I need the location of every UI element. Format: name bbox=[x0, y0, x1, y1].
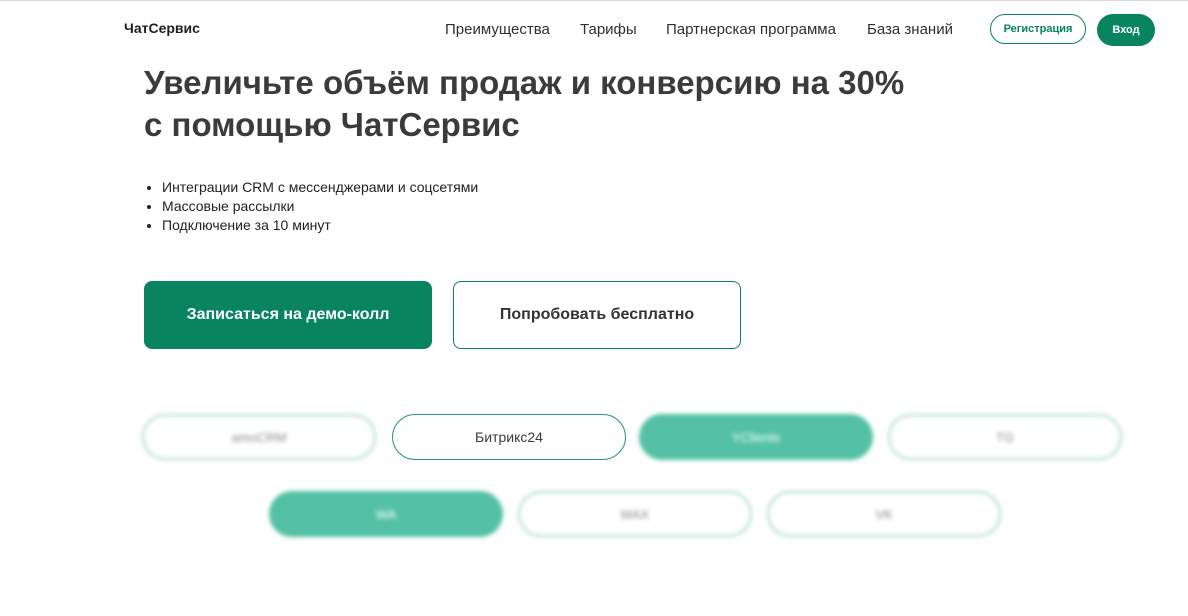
integration-pill-amocrm[interactable]: amoCRM bbox=[142, 414, 376, 460]
nav-link-pricing[interactable]: Тарифы bbox=[580, 21, 637, 38]
nav-link-advantages[interactable]: Преимущества bbox=[445, 21, 550, 38]
top-divider bbox=[0, 0, 1188, 1]
integration-pill-wa[interactable]: WA bbox=[269, 491, 503, 537]
feature-item: Интеграции CRM с мессенджерами и соцсетя… bbox=[162, 178, 478, 197]
login-button[interactable]: Вход bbox=[1097, 14, 1155, 46]
integration-pill-vk[interactable]: VK bbox=[767, 491, 1001, 537]
integration-pill-max[interactable]: MAX bbox=[518, 491, 752, 537]
integration-pill-bitrix24[interactable]: Битрикс24 bbox=[392, 414, 626, 460]
hero-headline: Увеличьте объём продаж и конверсию на 30… bbox=[144, 62, 944, 146]
hero-headline-line-2: с помощью ЧатСервис bbox=[144, 106, 520, 143]
nav-link-partner-program[interactable]: Партнерская программа bbox=[666, 21, 836, 38]
try-free-button[interactable]: Попробовать бесплатно bbox=[453, 281, 741, 349]
nav-link-knowledge-base[interactable]: База знаний bbox=[867, 21, 953, 38]
integration-pill-tg[interactable]: TG bbox=[888, 414, 1122, 460]
feature-list: Интеграции CRM с мессенджерами и соцсетя… bbox=[144, 178, 478, 235]
register-button[interactable]: Регистрация bbox=[990, 14, 1086, 44]
feature-item: Массовые рассылки bbox=[162, 197, 478, 216]
logo[interactable]: ЧатСервис bbox=[124, 20, 200, 36]
feature-item: Подключение за 10 минут bbox=[162, 216, 478, 235]
hero-headline-line-1: Увеличьте объём продаж и конверсию на 30… bbox=[144, 64, 905, 101]
integration-pill-yclients[interactable]: YClients bbox=[639, 414, 873, 460]
demo-call-button[interactable]: Записаться на демо-колл bbox=[144, 281, 432, 349]
